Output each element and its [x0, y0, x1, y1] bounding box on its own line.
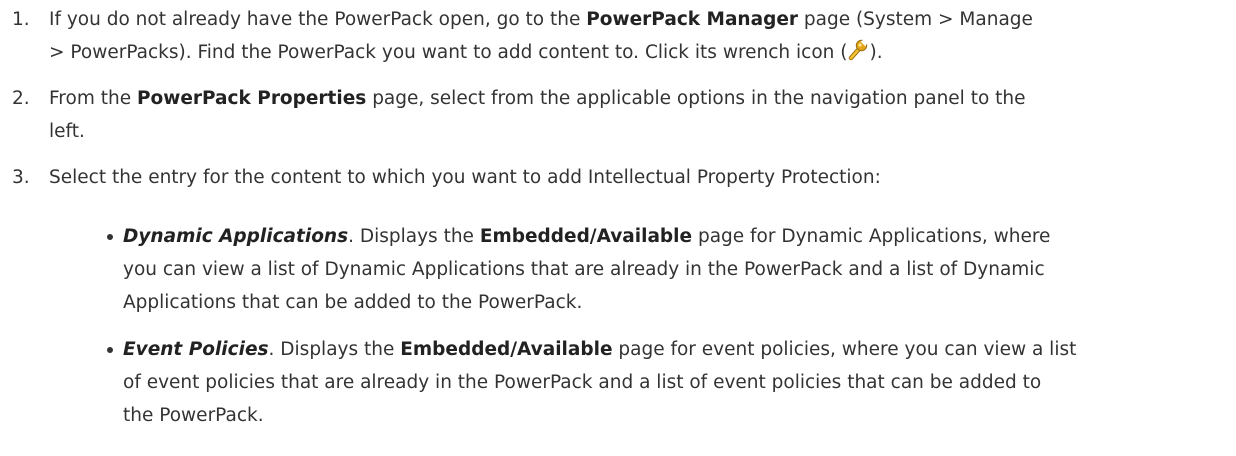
step-text: Select the entry for the content to whic…	[49, 161, 1212, 194]
document-body: 1. If you do not already have the PowerP…	[0, 0, 1236, 456]
text-line: If you do not already have the PowerPack…	[49, 3, 1212, 36]
text-span: page (System > Manage	[798, 9, 1033, 30]
bullet-icon	[107, 347, 113, 353]
text-line: Applications that can be added to the Po…	[123, 292, 583, 313]
entry-term: Dynamic Applications	[123, 226, 349, 247]
text-line: the PowerPack.	[123, 405, 264, 426]
text-line: of event policies that are already in th…	[123, 372, 1042, 393]
text-span: From the	[49, 88, 137, 109]
text-span: ).	[869, 42, 883, 63]
step-text: If you do not already have the PowerPack…	[49, 3, 1212, 69]
step-number: 1.	[12, 9, 30, 30]
ui-term: Embedded/Available	[479, 226, 693, 247]
entry-term: Event Policies	[123, 339, 269, 360]
text-span: page, select from the applicable options…	[366, 88, 1026, 109]
text-line: > PowerPacks). Find the PowerPack you wa…	[49, 36, 1212, 69]
text-line: Dynamic Applications. Displays the Embed…	[123, 220, 1213, 253]
text-span: > PowerPacks). Find the PowerPack you wa…	[49, 42, 848, 63]
step-number: 2.	[12, 88, 30, 109]
text-line: From the PowerPack Properties page, sele…	[49, 82, 1212, 115]
text-line: Event Policies. Displays the Embedded/Av…	[123, 333, 1213, 366]
wrench-icon	[848, 39, 868, 61]
list-item-dynamic-applications: Dynamic Applications. Displays the Embed…	[107, 220, 1213, 319]
text-span: page for event policies, where you can v…	[612, 339, 1077, 360]
list-item-event-policies: Event Policies. Displays the Embedded/Av…	[107, 333, 1213, 432]
text-line: you can view a list of Dynamic Applicati…	[123, 259, 1045, 280]
bullet-icon	[107, 234, 113, 240]
text-span: . Displays the	[348, 226, 480, 247]
ui-term: PowerPack Properties	[136, 88, 367, 109]
ui-term: Embedded/Available	[400, 339, 613, 360]
step-text: From the PowerPack Properties page, sele…	[49, 82, 1212, 148]
text-span: page for Dynamic Applications, where	[692, 226, 1051, 247]
text-line: Select the entry for the content to whic…	[49, 167, 881, 188]
ui-term: PowerPack Manager	[586, 9, 798, 30]
text-line: left.	[49, 121, 85, 142]
text-span: . Displays the	[268, 339, 401, 360]
text-span: If you do not already have the PowerPack…	[49, 9, 587, 30]
step-number: 3.	[12, 167, 30, 188]
